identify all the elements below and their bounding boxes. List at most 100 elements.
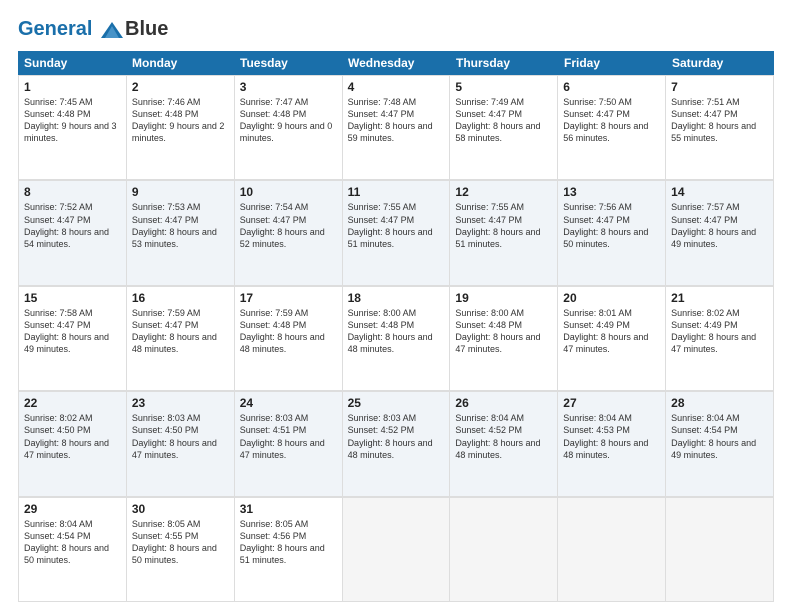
cal-cell: 4 Sunrise: 7:48 AMSunset: 4:47 PMDaylight… — [343, 76, 451, 180]
day-number: 4 — [348, 80, 445, 94]
cell-text: Sunrise: 8:05 AMSunset: 4:55 PMDaylight:… — [132, 518, 229, 567]
cal-cell: 22 Sunrise: 8:02 AMSunset: 4:50 PMDayligh… — [19, 392, 127, 496]
cell-text: Sunrise: 7:53 AMSunset: 4:47 PMDaylight:… — [132, 201, 229, 250]
day-number: 24 — [240, 396, 337, 410]
cal-cell: 25 Sunrise: 8:03 AMSunset: 4:52 PMDayligh… — [343, 392, 451, 496]
cell-text: Sunrise: 7:54 AMSunset: 4:47 PMDaylight:… — [240, 201, 337, 250]
logo-icon — [101, 20, 123, 40]
cal-cell: 30 Sunrise: 8:05 AMSunset: 4:55 PMDayligh… — [127, 498, 235, 602]
cell-text: Sunrise: 8:02 AMSunset: 4:50 PMDaylight:… — [24, 412, 121, 461]
cal-cell: 6 Sunrise: 7:50 AMSunset: 4:47 PMDaylight… — [558, 76, 666, 180]
cell-text: Sunrise: 8:00 AMSunset: 4:48 PMDaylight:… — [455, 307, 552, 356]
day-number: 11 — [348, 185, 445, 199]
calendar-body: 1Sunrise: 7:45 AMSunset: 4:48 PMDaylight… — [18, 75, 774, 602]
day-number: 22 — [24, 396, 121, 410]
cell-text: Sunrise: 8:03 AMSunset: 4:52 PMDaylight:… — [348, 412, 445, 461]
cal-cell: 5 Sunrise: 7:49 AMSunset: 4:47 PMDaylight… — [450, 76, 558, 180]
cell-text: Sunrise: 8:05 AMSunset: 4:56 PMDaylight:… — [240, 518, 337, 567]
cal-cell — [666, 498, 774, 602]
page: General Blue SundayMondayTuesdayWednesda… — [0, 0, 792, 612]
cal-header-cell: Thursday — [450, 51, 558, 75]
cell-text: Sunrise: 8:00 AMSunset: 4:48 PMDaylight:… — [348, 307, 445, 356]
cal-cell: 29 Sunrise: 8:04 AMSunset: 4:54 PMDayligh… — [19, 498, 127, 602]
day-number: 6 — [563, 80, 660, 94]
day-number: 28 — [671, 396, 768, 410]
day-number: 26 — [455, 396, 552, 410]
cell-text: Sunrise: 7:55 AMSunset: 4:47 PMDaylight:… — [455, 201, 552, 250]
cell-text: Sunrise: 7:48 AMSunset: 4:47 PMDaylight:… — [348, 96, 445, 145]
day-number: 9 — [132, 185, 229, 199]
cell-text: Sunrise: 7:56 AMSunset: 4:47 PMDaylight:… — [563, 201, 660, 250]
cell-text: Sunrise: 7:51 AMSunset: 4:47 PMDaylight:… — [671, 96, 768, 145]
cal-cell: 8 Sunrise: 7:52 AMSunset: 4:47 PMDaylight… — [19, 181, 127, 285]
cal-cell — [343, 498, 451, 602]
cal-cell: 7 Sunrise: 7:51 AMSunset: 4:47 PMDaylight… — [666, 76, 774, 180]
cal-cell: 3 Sunrise: 7:47 AMSunset: 4:48 PMDaylight… — [235, 76, 343, 180]
day-number: 12 — [455, 185, 552, 199]
cal-week: 8 Sunrise: 7:52 AMSunset: 4:47 PMDaylight… — [18, 180, 774, 285]
cell-text: Sunrise: 8:03 AMSunset: 4:51 PMDaylight:… — [240, 412, 337, 461]
day-number: 10 — [240, 185, 337, 199]
cal-cell: 28 Sunrise: 8:04 AMSunset: 4:54 PMDayligh… — [666, 392, 774, 496]
logo-text2: Blue — [125, 18, 168, 41]
cell-text: Sunrise: 7:50 AMSunset: 4:47 PMDaylight:… — [563, 96, 660, 145]
day-number: 20 — [563, 291, 660, 305]
day-number: 13 — [563, 185, 660, 199]
day-number: 7 — [671, 80, 768, 94]
logo: General Blue — [18, 18, 168, 41]
day-number: 17 — [240, 291, 337, 305]
cal-cell: 9 Sunrise: 7:53 AMSunset: 4:47 PMDaylight… — [127, 181, 235, 285]
cal-cell: 14Sunrise: 7:57 AMSunset: 4:47 PMDayligh… — [666, 181, 774, 285]
cell-text: Sunrise: 8:04 AMSunset: 4:54 PMDaylight:… — [24, 518, 121, 567]
calendar-header-row: SundayMondayTuesdayWednesdayThursdayFrid… — [18, 51, 774, 75]
cell-text: Sunrise: 7:59 AMSunset: 4:48 PMDaylight:… — [240, 307, 337, 356]
cal-cell: 24 Sunrise: 8:03 AMSunset: 4:51 PMDayligh… — [235, 392, 343, 496]
logo-text: General — [18, 18, 123, 41]
cal-cell — [450, 498, 558, 602]
day-number: 14 — [671, 185, 768, 199]
calendar: SundayMondayTuesdayWednesdayThursdayFrid… — [18, 51, 774, 602]
day-number: 5 — [455, 80, 552, 94]
cell-text: Sunrise: 8:03 AMSunset: 4:50 PMDaylight:… — [132, 412, 229, 461]
day-number: 19 — [455, 291, 552, 305]
cell-text: Sunrise: 7:55 AMSunset: 4:47 PMDaylight:… — [348, 201, 445, 250]
day-number: 18 — [348, 291, 445, 305]
cal-header-cell: Wednesday — [342, 51, 450, 75]
cell-text: Sunrise: 7:59 AMSunset: 4:47 PMDaylight:… — [132, 307, 229, 356]
day-number: 16 — [132, 291, 229, 305]
cal-cell: 13 Sunrise: 7:56 AMSunset: 4:47 PMDayligh… — [558, 181, 666, 285]
day-number: 2 — [132, 80, 229, 94]
cal-week: 22 Sunrise: 8:02 AMSunset: 4:50 PMDayligh… — [18, 391, 774, 496]
day-number: 8 — [24, 185, 121, 199]
day-number: 29 — [24, 502, 121, 516]
cal-week: 29 Sunrise: 8:04 AMSunset: 4:54 PMDayligh… — [18, 497, 774, 602]
day-number: 30 — [132, 502, 229, 516]
cell-text: Sunrise: 7:47 AMSunset: 4:48 PMDaylight:… — [240, 96, 337, 145]
cal-header-cell: Friday — [558, 51, 666, 75]
cell-text: Sunrise: 7:52 AMSunset: 4:47 PMDaylight:… — [24, 201, 121, 250]
header: General Blue — [18, 18, 774, 41]
cal-cell: 27Sunrise: 8:04 AMSunset: 4:53 PMDayligh… — [558, 392, 666, 496]
cell-text: Sunrise: 8:01 AMSunset: 4:49 PMDaylight:… — [563, 307, 660, 356]
cal-cell: 11 Sunrise: 7:55 AMSunset: 4:47 PMDayligh… — [343, 181, 451, 285]
cal-header-cell: Monday — [126, 51, 234, 75]
day-number: 27 — [563, 396, 660, 410]
day-number: 25 — [348, 396, 445, 410]
cal-cell: 10 Sunrise: 7:54 AMSunset: 4:47 PMDayligh… — [235, 181, 343, 285]
cell-text: Sunrise: 7:49 AMSunset: 4:47 PMDaylight:… — [455, 96, 552, 145]
day-number: 1 — [24, 80, 121, 94]
cell-text: Sunrise: 8:04 AMSunset: 4:52 PMDaylight:… — [455, 412, 552, 461]
cell-text: Sunrise: 7:58 AMSunset: 4:47 PMDaylight:… — [24, 307, 121, 356]
cal-cell: 2Sunrise: 7:46 AMSunset: 4:48 PMDaylight… — [127, 76, 235, 180]
cell-text: Sunrise: 8:02 AMSunset: 4:49 PMDaylight:… — [671, 307, 768, 356]
cal-cell: 31 Sunrise: 8:05 AMSunset: 4:56 PMDayligh… — [235, 498, 343, 602]
day-number: 3 — [240, 80, 337, 94]
cal-cell: 18 Sunrise: 8:00 AMSunset: 4:48 PMDayligh… — [343, 287, 451, 391]
cal-cell: 26 Sunrise: 8:04 AMSunset: 4:52 PMDayligh… — [450, 392, 558, 496]
cal-cell: 1Sunrise: 7:45 AMSunset: 4:48 PMDaylight… — [19, 76, 127, 180]
cal-cell: 12 Sunrise: 7:55 AMSunset: 4:47 PMDayligh… — [450, 181, 558, 285]
day-number: 31 — [240, 502, 337, 516]
day-number: 21 — [671, 291, 768, 305]
cell-text: Sunrise: 8:04 AMSunset: 4:54 PMDaylight:… — [671, 412, 768, 461]
cal-week: 15Sunrise: 7:58 AMSunset: 4:47 PMDayligh… — [18, 286, 774, 391]
